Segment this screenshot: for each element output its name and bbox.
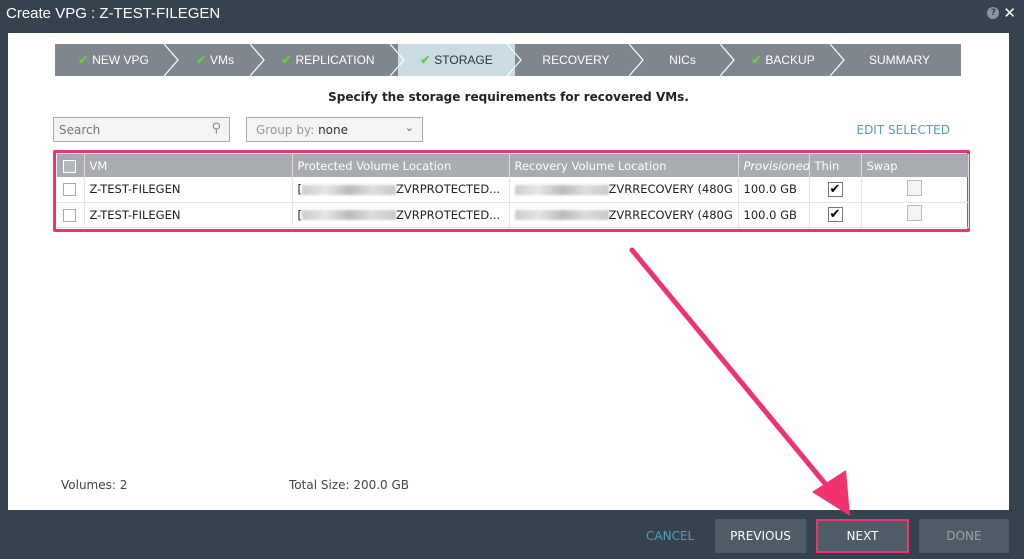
step-separator <box>629 44 644 76</box>
annotation-arrow <box>629 247 850 516</box>
cancel-button[interactable]: CANCEL <box>646 529 694 543</box>
step-separator <box>250 44 265 76</box>
step-separator <box>390 44 405 76</box>
next-button[interactable]: NEXT <box>816 519 909 553</box>
previous-button[interactable]: PREVIOUS <box>715 519 806 553</box>
step-separator <box>507 44 522 76</box>
step-separator <box>720 44 735 76</box>
done-button[interactable]: DONE <box>919 519 1009 553</box>
step-separator <box>164 44 179 76</box>
step-separator <box>830 44 845 76</box>
